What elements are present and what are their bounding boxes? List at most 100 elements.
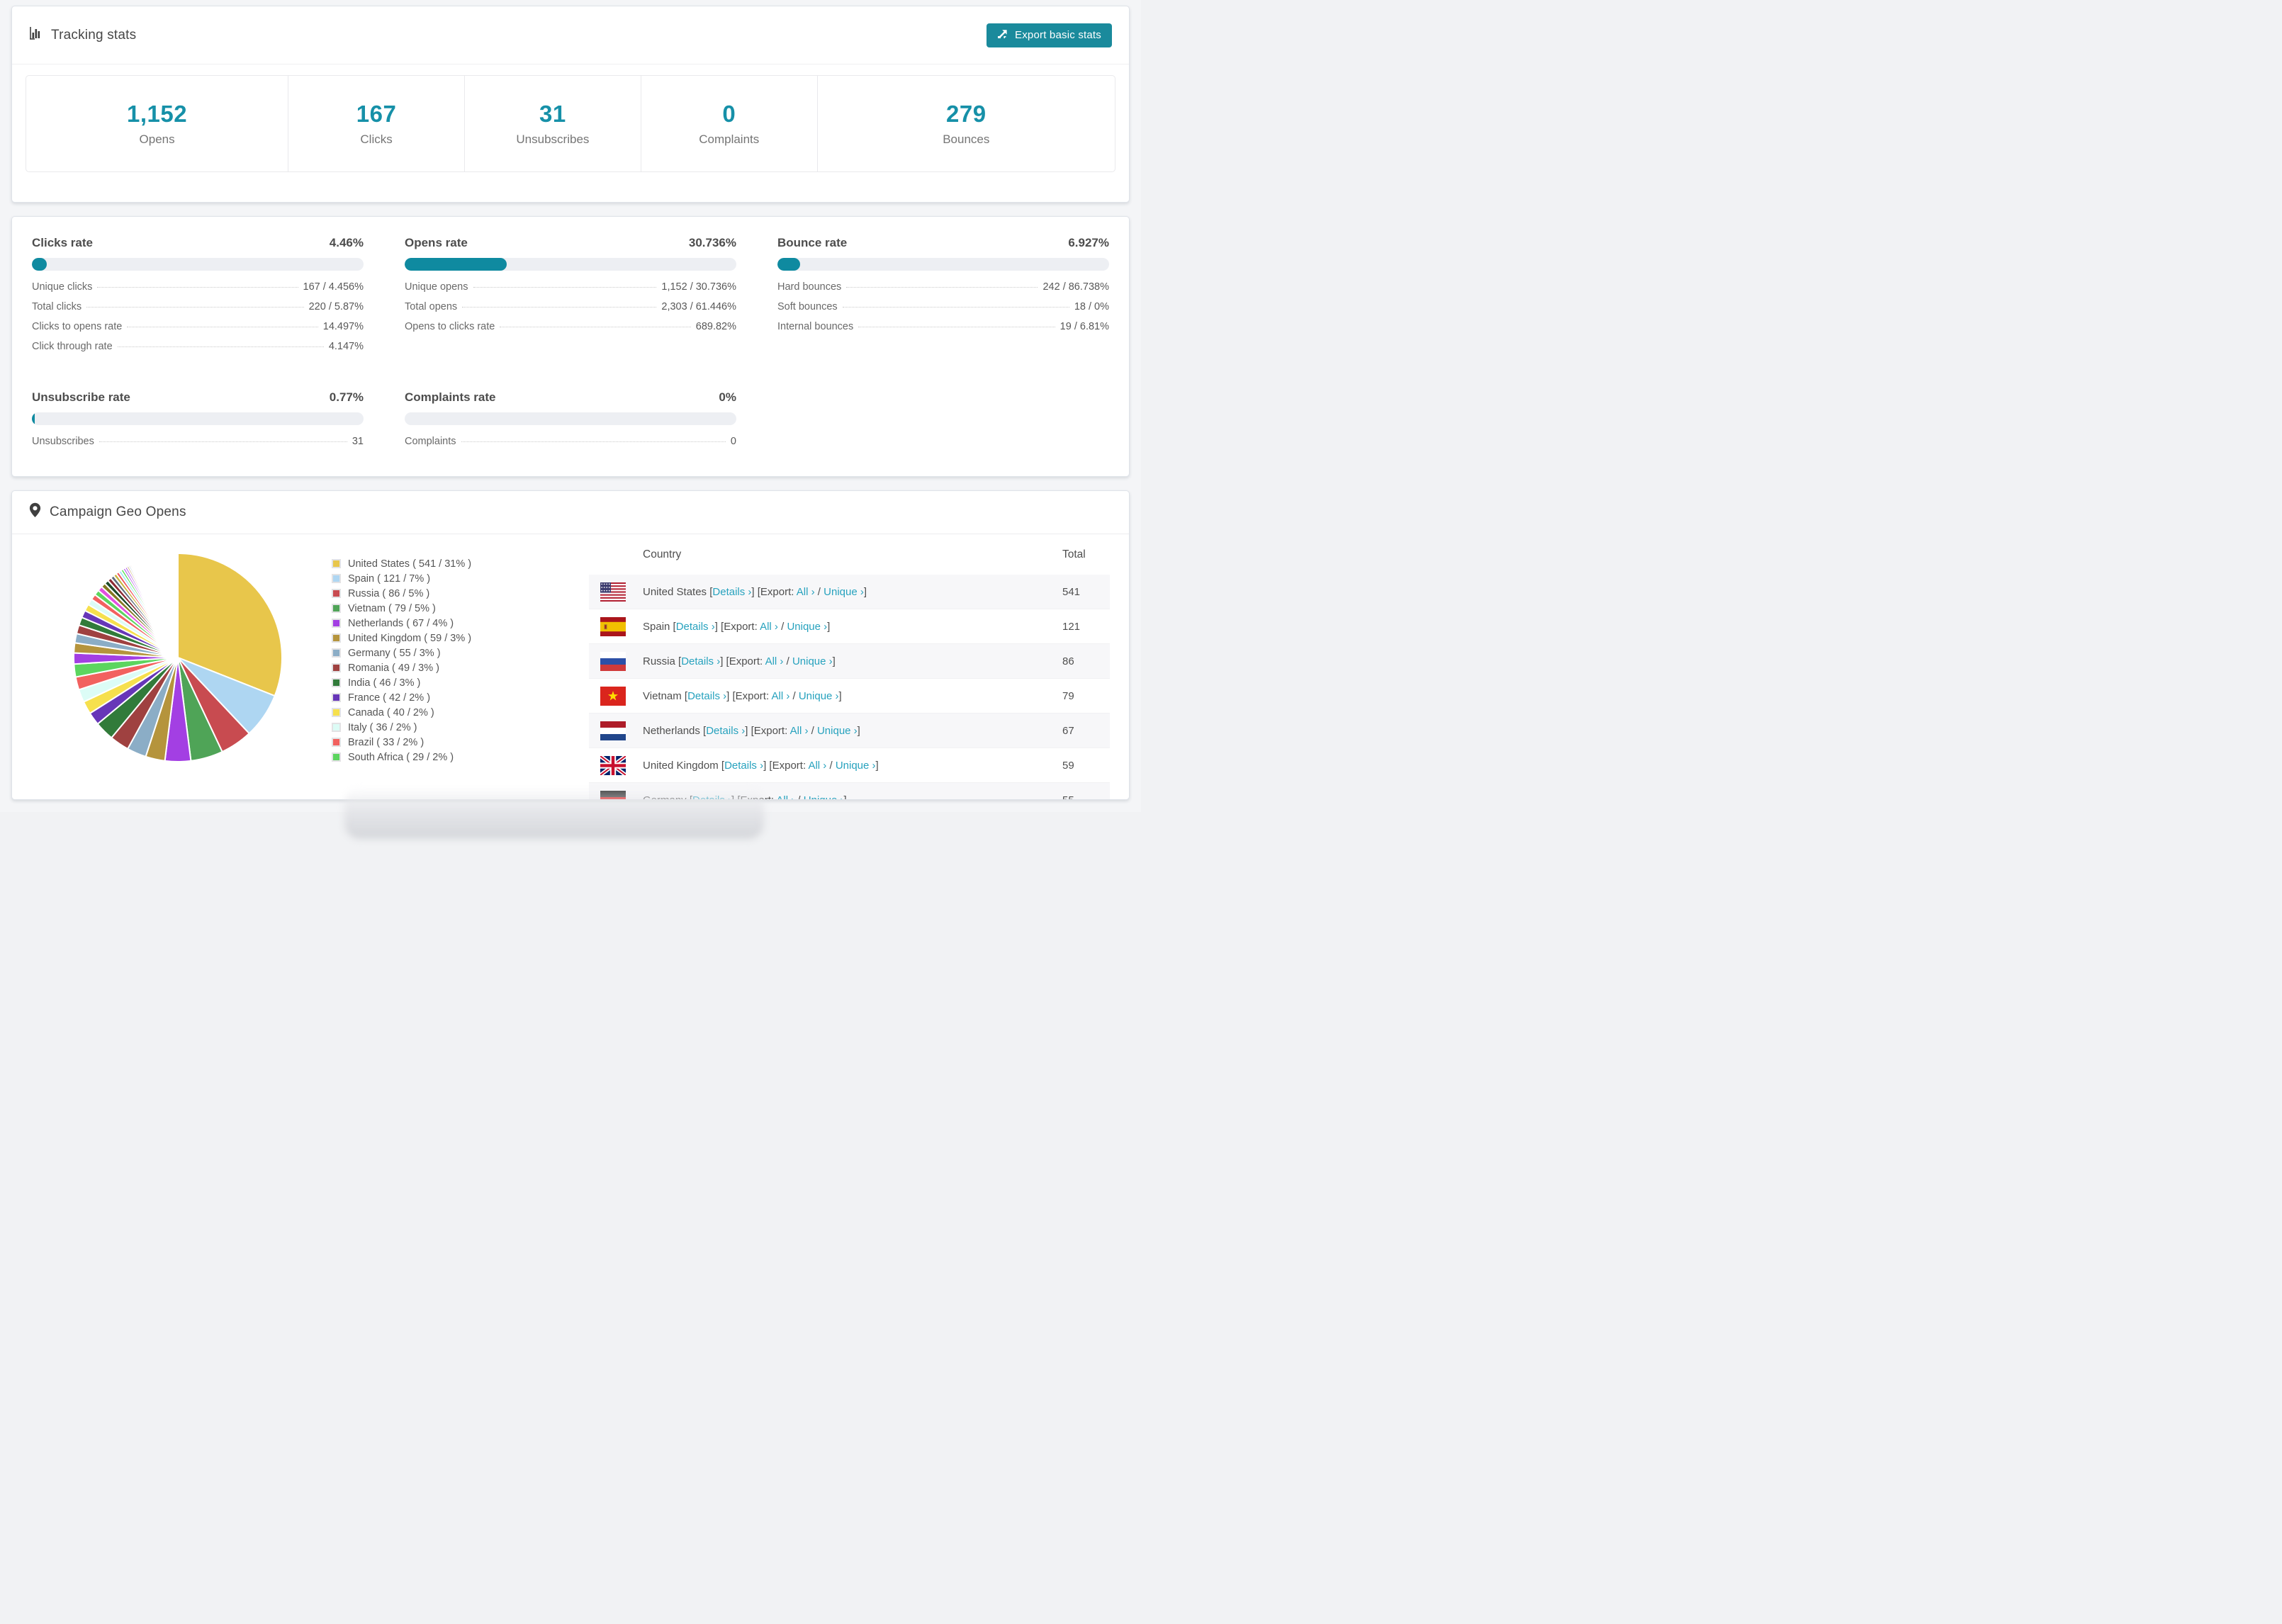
rate-row-label: Total clicks [32, 301, 82, 312]
legend-item: Canada ( 40 / 2% ) [332, 705, 471, 720]
tracking-stats-title: Tracking stats [29, 26, 136, 44]
stat-value: 279 [946, 101, 987, 127]
details-link-vietnam[interactable]: Details › [687, 690, 726, 702]
legend-label: United Kingdom ( 59 / 3% ) [348, 632, 472, 644]
export-unique-link-vietnam[interactable]: Unique › [799, 690, 839, 702]
total-cell: 59 [1062, 759, 1074, 772]
rate-row-label: Internal bounces [777, 321, 854, 332]
column-header-country: Country [643, 548, 682, 560]
geo-legend: United States ( 541 / 31% ) Spain ( 121 /… [332, 556, 471, 765]
stat-box-complaints: 0 Complaints [641, 76, 818, 171]
geo-table-header: Country Total [589, 534, 1110, 575]
progress-bar-fill [32, 412, 35, 425]
export-unique-link-germany[interactable]: Unique › [804, 794, 844, 800]
details-link-united-states[interactable]: Details › [712, 586, 751, 598]
stat-box-opens: 1,152 Opens [26, 76, 289, 171]
rates-grid: Clicks rate 4.46% Unique clicks 167 / 4.456… [12, 217, 1129, 477]
export-all-link-russia[interactable]: All › [765, 655, 784, 667]
total-cell: 541 [1062, 585, 1081, 598]
legend-swatch [332, 738, 341, 747]
legend-label: South Africa ( 29 / 2% ) [348, 751, 454, 763]
dotted-leader [86, 307, 304, 308]
rate-rows: Unsubscribes 31 [32, 436, 364, 456]
details-link-united-kingdom[interactable]: Details › [724, 760, 763, 772]
details-link-russia[interactable]: Details › [681, 655, 720, 667]
legend-label: Brazil ( 33 / 2% ) [348, 736, 425, 748]
export-all-link-netherlands[interactable]: All › [790, 725, 809, 737]
rate-panel-head: Complaints rate 0% [405, 390, 736, 405]
legend-label: United States ( 541 / 31% ) [348, 558, 472, 570]
export-unique-link-united-kingdom[interactable]: Unique › [836, 760, 876, 772]
rate-row-value: 689.82% [695, 321, 736, 332]
summary-stats-row: 1,152 Opens 167 Clicks 31 Unsubscribes 0 Compla… [26, 75, 1115, 172]
legend-label: Germany ( 55 / 3% ) [348, 647, 441, 659]
legend-swatch [332, 633, 341, 643]
legend-swatch [332, 574, 341, 583]
rate-rows: Unique opens 1,152 / 30.736% Total opens 2,… [405, 281, 736, 341]
geo-table: Country Total United States [Details ›] … [589, 534, 1110, 800]
rate-panel-clicks-rate: Clicks rate 4.46% Unique clicks 167 / 4.456… [32, 236, 364, 361]
export-all-link-germany[interactable]: All › [776, 794, 794, 800]
campaign-geo-opens-card: Campaign Geo Opens United States ( 541 /… [11, 490, 1130, 800]
country-cell: Netherlands [Details ›] [Export: All › /… [643, 724, 860, 737]
export-all-link-spain[interactable]: All › [760, 621, 778, 633]
legend-swatch [332, 589, 341, 598]
rate-row-label: Unsubscribes [32, 436, 94, 447]
es-flag-icon [600, 616, 626, 636]
stat-label: Unsubscribes [516, 132, 590, 146]
rate-row-internal-bounces: Internal bounces 19 / 6.81% [777, 321, 1109, 341]
legend-item: Germany ( 55 / 3% ) [332, 645, 471, 660]
export-all-link-vietnam[interactable]: All › [771, 690, 789, 702]
legend-swatch [332, 648, 341, 658]
table-row-spain: Spain [Details ›] [Export: All › / Uniqu… [589, 609, 1110, 644]
nl-flag-icon [600, 721, 626, 740]
export-unique-link-spain[interactable]: Unique › [787, 621, 827, 633]
rate-row-value: 18 / 0% [1074, 301, 1109, 312]
details-link-germany[interactable]: Details › [692, 794, 731, 800]
rate-row-label: Clicks to opens rate [32, 321, 123, 332]
legend-item: Italy ( 36 / 2% ) [332, 720, 471, 735]
export-unique-link-russia[interactable]: Unique › [792, 655, 833, 667]
export-button-label: Export basic stats [1015, 29, 1101, 41]
legend-swatch [332, 663, 341, 672]
rate-row-label: Total opens [405, 301, 458, 312]
stat-label: Complaints [699, 132, 760, 146]
rate-panel-head: Clicks rate 4.46% [32, 236, 364, 250]
legend-item: United States ( 541 / 31% ) [332, 556, 471, 571]
legend-label: France ( 42 / 2% ) [348, 692, 431, 704]
progress-bar [405, 412, 736, 425]
rate-row-value: 242 / 86.738% [1042, 281, 1109, 293]
details-link-netherlands[interactable]: Details › [706, 725, 745, 737]
legend-item: Russia ( 86 / 5% ) [332, 586, 471, 601]
rate-panel-value: 4.46% [329, 236, 364, 249]
legend-item: Netherlands ( 67 / 4% ) [332, 616, 471, 631]
stat-label: Bounces [943, 132, 990, 146]
gb-flag-icon [600, 755, 626, 775]
dotted-leader [462, 307, 657, 308]
export-basic-stats-button[interactable]: Export basic stats [987, 23, 1112, 47]
rate-row-value: 1,152 / 30.736% [661, 281, 736, 293]
table-row-russia: Russia [Details ›] [Export: All › / Uniq… [589, 644, 1110, 679]
stat-label: Opens [139, 132, 175, 146]
total-cell: 86 [1062, 655, 1074, 667]
de-flag-icon [600, 790, 626, 799]
export-all-link-united-kingdom[interactable]: All › [808, 760, 826, 772]
progress-bar-fill [777, 258, 801, 271]
export-unique-link-united-states[interactable]: Unique › [824, 586, 864, 598]
legend-swatch [332, 723, 341, 732]
total-cell: 79 [1062, 689, 1074, 702]
legend-item: Brazil ( 33 / 2% ) [332, 735, 471, 750]
rate-row-value: 2,303 / 61.446% [661, 301, 736, 312]
table-row-united-states: United States [Details ›] [Export: All ›… [589, 575, 1110, 609]
rate-panel-head: Bounce rate 6.927% [777, 236, 1109, 250]
total-cell: 67 [1062, 724, 1074, 737]
rate-row-value: 220 / 5.87% [308, 301, 364, 312]
rate-row-label: Unique clicks [32, 281, 93, 293]
details-link-spain[interactable]: Details › [676, 621, 715, 633]
export-unique-link-netherlands[interactable]: Unique › [817, 725, 858, 737]
geo-header: Campaign Geo Opens [12, 491, 1129, 534]
legend-swatch [332, 708, 341, 717]
export-all-link-united-states[interactable]: All › [797, 586, 815, 598]
geo-title: Campaign Geo Opens [29, 502, 186, 522]
progress-bar-fill [32, 258, 47, 271]
